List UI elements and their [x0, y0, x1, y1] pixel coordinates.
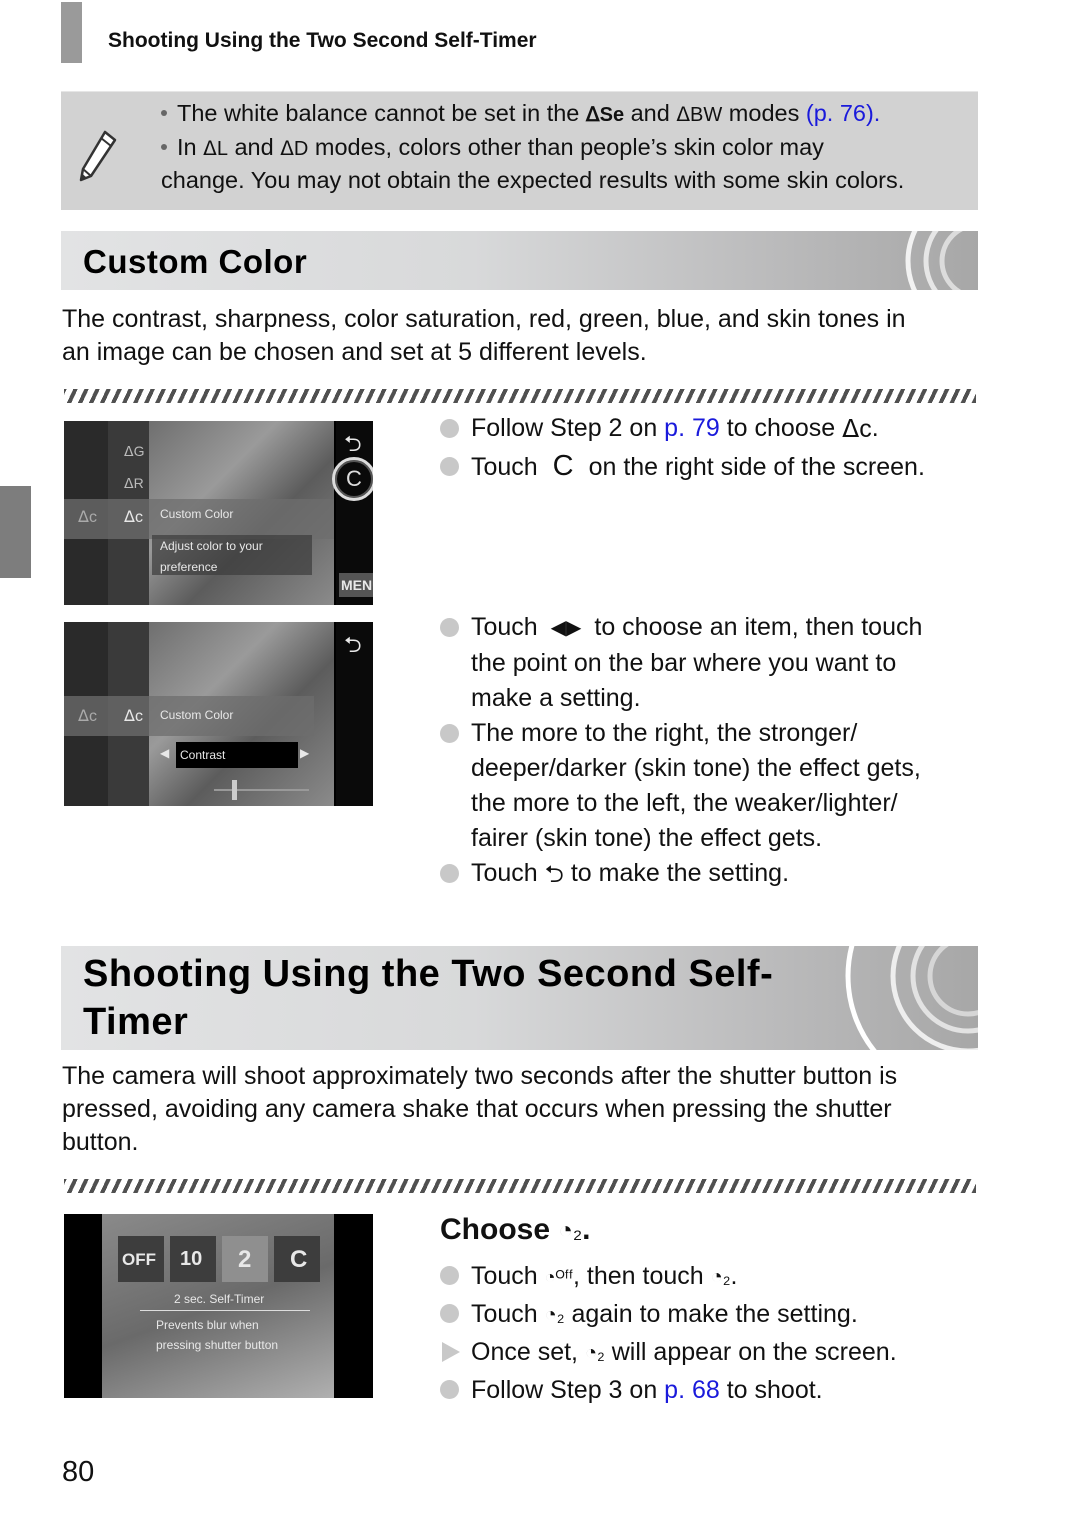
- item-prev-arrow[interactable]: ◀: [160, 746, 169, 760]
- custom-color-mode-icon: ᐃc: [78, 708, 97, 725]
- bw-mode-icon: ᐃBW: [676, 104, 723, 127]
- level-slider-handle[interactable]: [232, 780, 237, 800]
- level-slider-track[interactable]: [214, 789, 309, 791]
- bullet: [440, 1266, 459, 1285]
- timer-2-icon: ◔₂: [544, 1303, 565, 1326]
- divider-stripes: [64, 389, 976, 403]
- bullet: [440, 1379, 459, 1399]
- section-banner-custom-color: Custom Color: [61, 231, 978, 290]
- bullet: [440, 863, 459, 883]
- timer-2-icon: ◔₂: [710, 1265, 731, 1288]
- timer-10-icon: 10: [180, 1248, 203, 1270]
- step-item: Touch ◔₂ again to make the setting.: [440, 1296, 897, 1334]
- timer-2-icon: 2: [238, 1246, 252, 1273]
- custom-color-mode-icon: ᐃc: [124, 509, 143, 526]
- step-item: Touch C on the right side of the screen.: [440, 449, 925, 485]
- custom-color-c-icon: C: [552, 449, 574, 482]
- section-intro: The camera will shoot approximately two …: [62, 1062, 898, 1156]
- page-number: 80: [62, 1456, 95, 1488]
- bullet: [440, 618, 459, 637]
- screen-option-title: 2 sec. Self-Timer: [174, 1292, 265, 1306]
- darker-skin-mode-icon: ᐃD: [280, 138, 309, 161]
- return-icon: ⮌: [544, 860, 564, 888]
- return-icon[interactable]: ⮌: [344, 628, 362, 666]
- left-right-arrows-icon: ◀▶: [550, 616, 582, 639]
- steps-custom-color-a: Follow Step 2 on p. 79 to choose ᐃc. Tou…: [440, 411, 925, 485]
- divider: [140, 1310, 310, 1311]
- bullet: [440, 1303, 459, 1323]
- custom-color-button[interactable]: C: [332, 457, 373, 501]
- timer-off-icon: ◔ᴼᶠᶠ: [544, 1266, 573, 1287]
- custom-color-mode-icon: ᐃc: [78, 509, 97, 526]
- running-header-title: Shooting Using the Two Second Self-Timer: [108, 29, 537, 52]
- menu-button[interactable]: MENU: [339, 573, 373, 597]
- bullet: [440, 419, 459, 438]
- item-label: Contrast: [180, 748, 226, 762]
- page-link[interactable]: (p. 76): [806, 100, 874, 126]
- result-arrow-icon: [442, 1341, 460, 1362]
- mode-icon: ᐃR: [124, 475, 144, 491]
- timer-off-icon: OFF: [122, 1250, 156, 1269]
- custom-color-mode-icon: ᐃc: [124, 708, 143, 725]
- note-item-continued: change. You may not obtain the expected …: [161, 167, 905, 193]
- bullet: [161, 109, 167, 116]
- bullet: [161, 143, 167, 150]
- timer-2-icon: ◔₂: [558, 1217, 583, 1245]
- sepia-mode-icon: ᐃSe: [585, 104, 625, 127]
- camera-screen-custom-color-menu: Custom Color Adjust color to your prefer…: [64, 421, 373, 605]
- timer-custom-icon: C: [290, 1246, 308, 1273]
- chapter-tab: [0, 486, 31, 578]
- running-header-bar: [61, 2, 82, 63]
- note-item: The white balance cannot be set in the ᐃ…: [161, 100, 880, 127]
- bullet: [440, 723, 459, 743]
- custom-color-mode-icon: ᐃc: [842, 414, 872, 443]
- steps-self-timer: Touch ◔ᴼᶠᶠ, then touch ◔₂. Touch ◔₂ agai…: [440, 1258, 897, 1409]
- timer-2-icon: ◔₂: [584, 1341, 605, 1364]
- screen-option-desc: Adjust color to your: [160, 539, 263, 553]
- section-intro: The contrast, sharpness, color saturatio…: [62, 305, 906, 366]
- lighter-skin-mode-icon: ᐃL: [203, 138, 228, 161]
- screen-option-title: Custom Color: [160, 507, 234, 521]
- mode-icon: ᐃG: [124, 443, 145, 459]
- screen-option-desc: preference: [160, 560, 218, 574]
- step-item: Follow Step 2 on p. 79 to choose ᐃc.: [440, 411, 925, 447]
- section-heading: Shooting Using the Two Second Self- Time…: [83, 953, 774, 1043]
- item-next-arrow[interactable]: ▶: [300, 746, 309, 760]
- page-link[interactable]: p. 79: [664, 414, 720, 442]
- section-heading: Custom Color: [83, 243, 308, 280]
- step-item: Touch ◔ᴼᶠᶠ, then touch ◔₂.: [440, 1258, 897, 1296]
- decorative-swirl-icon: [905, 231, 964, 290]
- step-heading: Choose ◔₂.: [440, 1213, 591, 1246]
- pencil-icon: [79, 130, 117, 182]
- screen-option-desc: pressing shutter button: [156, 1338, 279, 1352]
- screen-option-desc: Prevents blur when: [156, 1318, 259, 1332]
- camera-screen-self-timer: OFF 10 2 C 2 sec. Self-Timer Prevents bl…: [64, 1214, 373, 1398]
- divider-stripes: [64, 1179, 976, 1193]
- screen-option-title: Custom Color: [160, 708, 234, 722]
- bullet: [440, 456, 459, 476]
- step-item: Touch ◀▶ to choose an item, then touch t…: [440, 610, 922, 716]
- section-banner-self-timer: Shooting Using the Two Second Self- Time…: [61, 946, 978, 1050]
- step-item: Follow Step 3 on p. 68 to shoot.: [440, 1372, 897, 1409]
- steps-custom-color-b: Touch ◀▶ to choose an item, then touch t…: [440, 610, 922, 892]
- decorative-swirl-icon: [845, 946, 978, 1050]
- note-box: The white balance cannot be set in the ᐃ…: [61, 91, 978, 210]
- step-item: Touch ⮌ to make the setting.: [440, 856, 922, 892]
- step-result: Once set, ◔₂ will appear on the screen.: [440, 1334, 897, 1372]
- step-item: The more to the right, the stronger/ dee…: [440, 716, 922, 856]
- page-link[interactable]: p. 68: [664, 1376, 720, 1404]
- camera-screen-custom-color-adjust: Custom Color ᐃc ᐃc ◀ Contrast ▶ ⮌: [64, 622, 373, 806]
- note-item: In ᐃL and ᐃD modes, colors other than pe…: [161, 134, 824, 161]
